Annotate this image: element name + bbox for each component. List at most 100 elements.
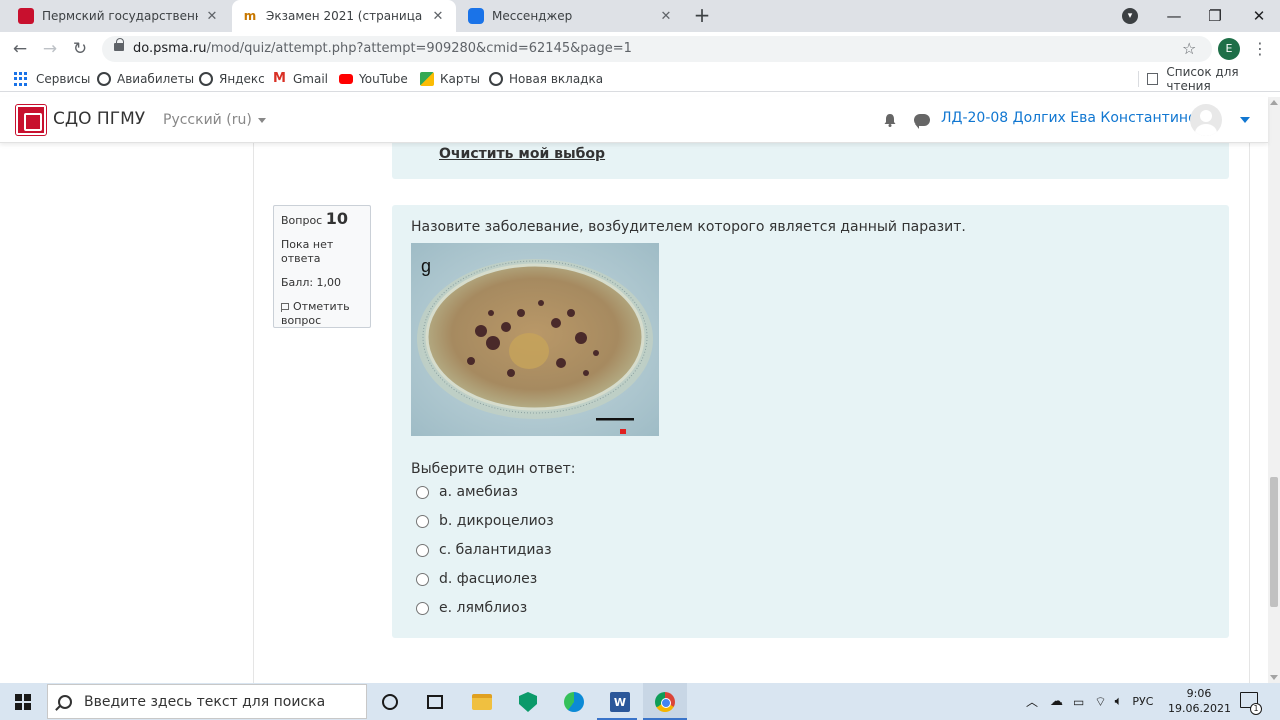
folder-icon	[472, 694, 492, 710]
site-logo[interactable]	[15, 104, 47, 136]
minimize-button[interactable]: —	[1151, 0, 1197, 32]
image-panel-letter: g	[421, 256, 431, 276]
menu-kebab-icon[interactable]: ⋮	[1252, 38, 1268, 60]
browser-tab-bar: Пермский государственный ме ✕ m Экзамен …	[0, 0, 1280, 32]
chrome-icon	[655, 692, 675, 712]
question-content: Назовите заболевание, возбудителем котор…	[392, 205, 1229, 638]
user-name[interactable]: ЛД-20-08 Долгих Ева Константиновна	[941, 110, 1223, 126]
bookmark-star-icon[interactable]: ☆	[1182, 39, 1196, 58]
apps-grid-icon	[14, 72, 28, 86]
file-explorer-button[interactable]	[469, 689, 495, 715]
answer-option-e[interactable]: e. лямблиоз	[416, 598, 527, 618]
question-score: Балл: 1,00	[281, 276, 342, 289]
question-status: Пока нет ответа	[281, 238, 334, 265]
cortana-icon	[382, 694, 398, 710]
tab-psma-home[interactable]: Пермский государственный ме ✕	[8, 0, 230, 32]
bookmark-aviabilety[interactable]: Авиабилеты	[97, 70, 194, 88]
scroll-thumb[interactable]	[1270, 477, 1278, 607]
tab-messenger[interactable]: Мессенджер ✕	[458, 0, 684, 32]
notification-bell-icon[interactable]	[883, 113, 897, 127]
question-text: Назовите заболевание, возбудителем котор…	[411, 219, 966, 235]
chevron-up-icon[interactable]: ︿	[1026, 693, 1038, 710]
wifi-icon[interactable]: ⌔	[1094, 694, 1106, 710]
radio-button[interactable]	[416, 514, 429, 528]
tab-title: Пермский государственный ме	[42, 9, 198, 23]
globe-icon	[97, 72, 111, 86]
task-view-icon	[427, 695, 443, 709]
reading-list[interactable]: Список для чтения	[1138, 65, 1280, 93]
reload-button[interactable]: ↻	[68, 37, 92, 61]
profile-avatar[interactable]: E	[1218, 38, 1240, 60]
battery-icon[interactable]: ▭	[1073, 695, 1084, 709]
security-app-button[interactable]	[515, 689, 541, 715]
messages-icon[interactable]	[914, 114, 930, 129]
radio-button[interactable]	[416, 485, 429, 499]
search-icon	[58, 694, 72, 709]
site-name[interactable]: СДО ПГМУ	[53, 109, 145, 129]
radio-button[interactable]	[416, 601, 429, 615]
new-tab-button[interactable]: +	[690, 4, 714, 28]
clock[interactable]: 9:06 19.06.2021	[1168, 686, 1231, 716]
page-scrollbar[interactable]	[1268, 97, 1280, 683]
back-button[interactable]: ←	[8, 37, 32, 61]
chrome-button[interactable]	[652, 689, 678, 715]
edge-button[interactable]	[561, 689, 587, 715]
clear-my-choice-link[interactable]: Очистить мой выбор	[439, 146, 605, 162]
task-view-button[interactable]	[422, 689, 448, 715]
answer-option-a[interactable]: a. амебиаз	[416, 482, 518, 502]
bookmark-youtube[interactable]: YouTube	[339, 70, 408, 88]
bookmark-services[interactable]: Сервисы	[14, 70, 90, 88]
input-language[interactable]: РУС	[1132, 695, 1153, 708]
psma-favicon-icon	[18, 8, 34, 24]
start-button[interactable]	[0, 683, 46, 720]
user-menu-caret-icon[interactable]	[1240, 117, 1250, 123]
bookmark-gmail[interactable]: M Gmail	[273, 70, 328, 88]
answer-option-b[interactable]: b. дикроцелиоз	[416, 511, 554, 531]
radio-button[interactable]	[416, 543, 429, 557]
moodle-favicon-icon: m	[243, 9, 257, 23]
close-icon[interactable]: ✕	[658, 9, 674, 24]
volume-icon[interactable]: 🔈︎	[1115, 694, 1123, 709]
cortana-button[interactable]	[377, 689, 403, 715]
tab-exam[interactable]: m Экзамен 2021 (страница 2 из 12 ✕	[232, 0, 456, 32]
scroll-up-icon[interactable]	[1270, 100, 1278, 105]
bookmark-maps[interactable]: Карты	[420, 70, 480, 88]
youtube-icon	[339, 74, 353, 84]
close-window-button[interactable]: ✕	[1236, 0, 1280, 32]
clock-time: 9:06	[1186, 687, 1212, 700]
word-icon: W	[610, 692, 630, 712]
radio-button[interactable]	[416, 572, 429, 586]
bookmark-yandex[interactable]: Яндекс	[199, 70, 265, 88]
user-avatar[interactable]	[1190, 104, 1222, 136]
previous-question-content: Очистить мой выбор	[392, 143, 1229, 179]
windows-logo-icon	[15, 693, 31, 710]
close-icon[interactable]: ✕	[430, 9, 446, 24]
messenger-favicon-icon	[468, 8, 484, 24]
bookmark-new-tab[interactable]: Новая вкладка	[489, 70, 603, 88]
edge-icon	[564, 692, 584, 712]
answer-option-d[interactable]: d. фасциолез	[416, 569, 537, 589]
url-text: do.psma.ru/mod/quiz/attempt.php?attempt=…	[133, 41, 632, 56]
word-button[interactable]: W	[607, 689, 633, 715]
maximize-button[interactable]: ❐	[1192, 0, 1238, 32]
bookmarks-bar: Сервисы Авиабилеты Яндекс M Gmail YouTub…	[0, 65, 1280, 93]
close-icon[interactable]: ✕	[204, 9, 220, 24]
shield-icon	[519, 692, 537, 712]
tab-search-icon[interactable]: ▾	[1122, 8, 1138, 24]
answer-prompt: Выберите один ответ:	[411, 461, 576, 477]
flag-question-link[interactable]: Отметить вопрос	[281, 300, 363, 328]
tab-title: Мессенджер	[492, 9, 573, 23]
question-number: Вопрос 10	[281, 209, 348, 228]
reading-list-icon	[1146, 73, 1159, 85]
caret-down-icon	[257, 117, 266, 123]
forward-button[interactable]: →	[38, 37, 62, 61]
omnibox[interactable]: do.psma.ru/mod/quiz/attempt.php?attempt=…	[102, 36, 1212, 62]
scroll-down-icon[interactable]	[1270, 675, 1278, 680]
address-bar-row: ← → ↻ do.psma.ru/mod/quiz/attempt.php?at…	[0, 32, 1280, 66]
onedrive-icon[interactable]: ☁	[1050, 694, 1063, 709]
language-menu[interactable]: Русский (ru)	[163, 112, 266, 128]
question-info-panel: Вопрос 10 Пока нет ответа Балл: 1,00 Отм…	[273, 205, 371, 328]
answer-option-c[interactable]: c. балантидиаз	[416, 540, 552, 560]
taskbar-search-box[interactable]: Введите здесь текст для поиска	[47, 684, 367, 719]
site-header: СДО ПГМУ Русский (ru) ЛД-20-08 Долгих Ев…	[0, 97, 1268, 143]
